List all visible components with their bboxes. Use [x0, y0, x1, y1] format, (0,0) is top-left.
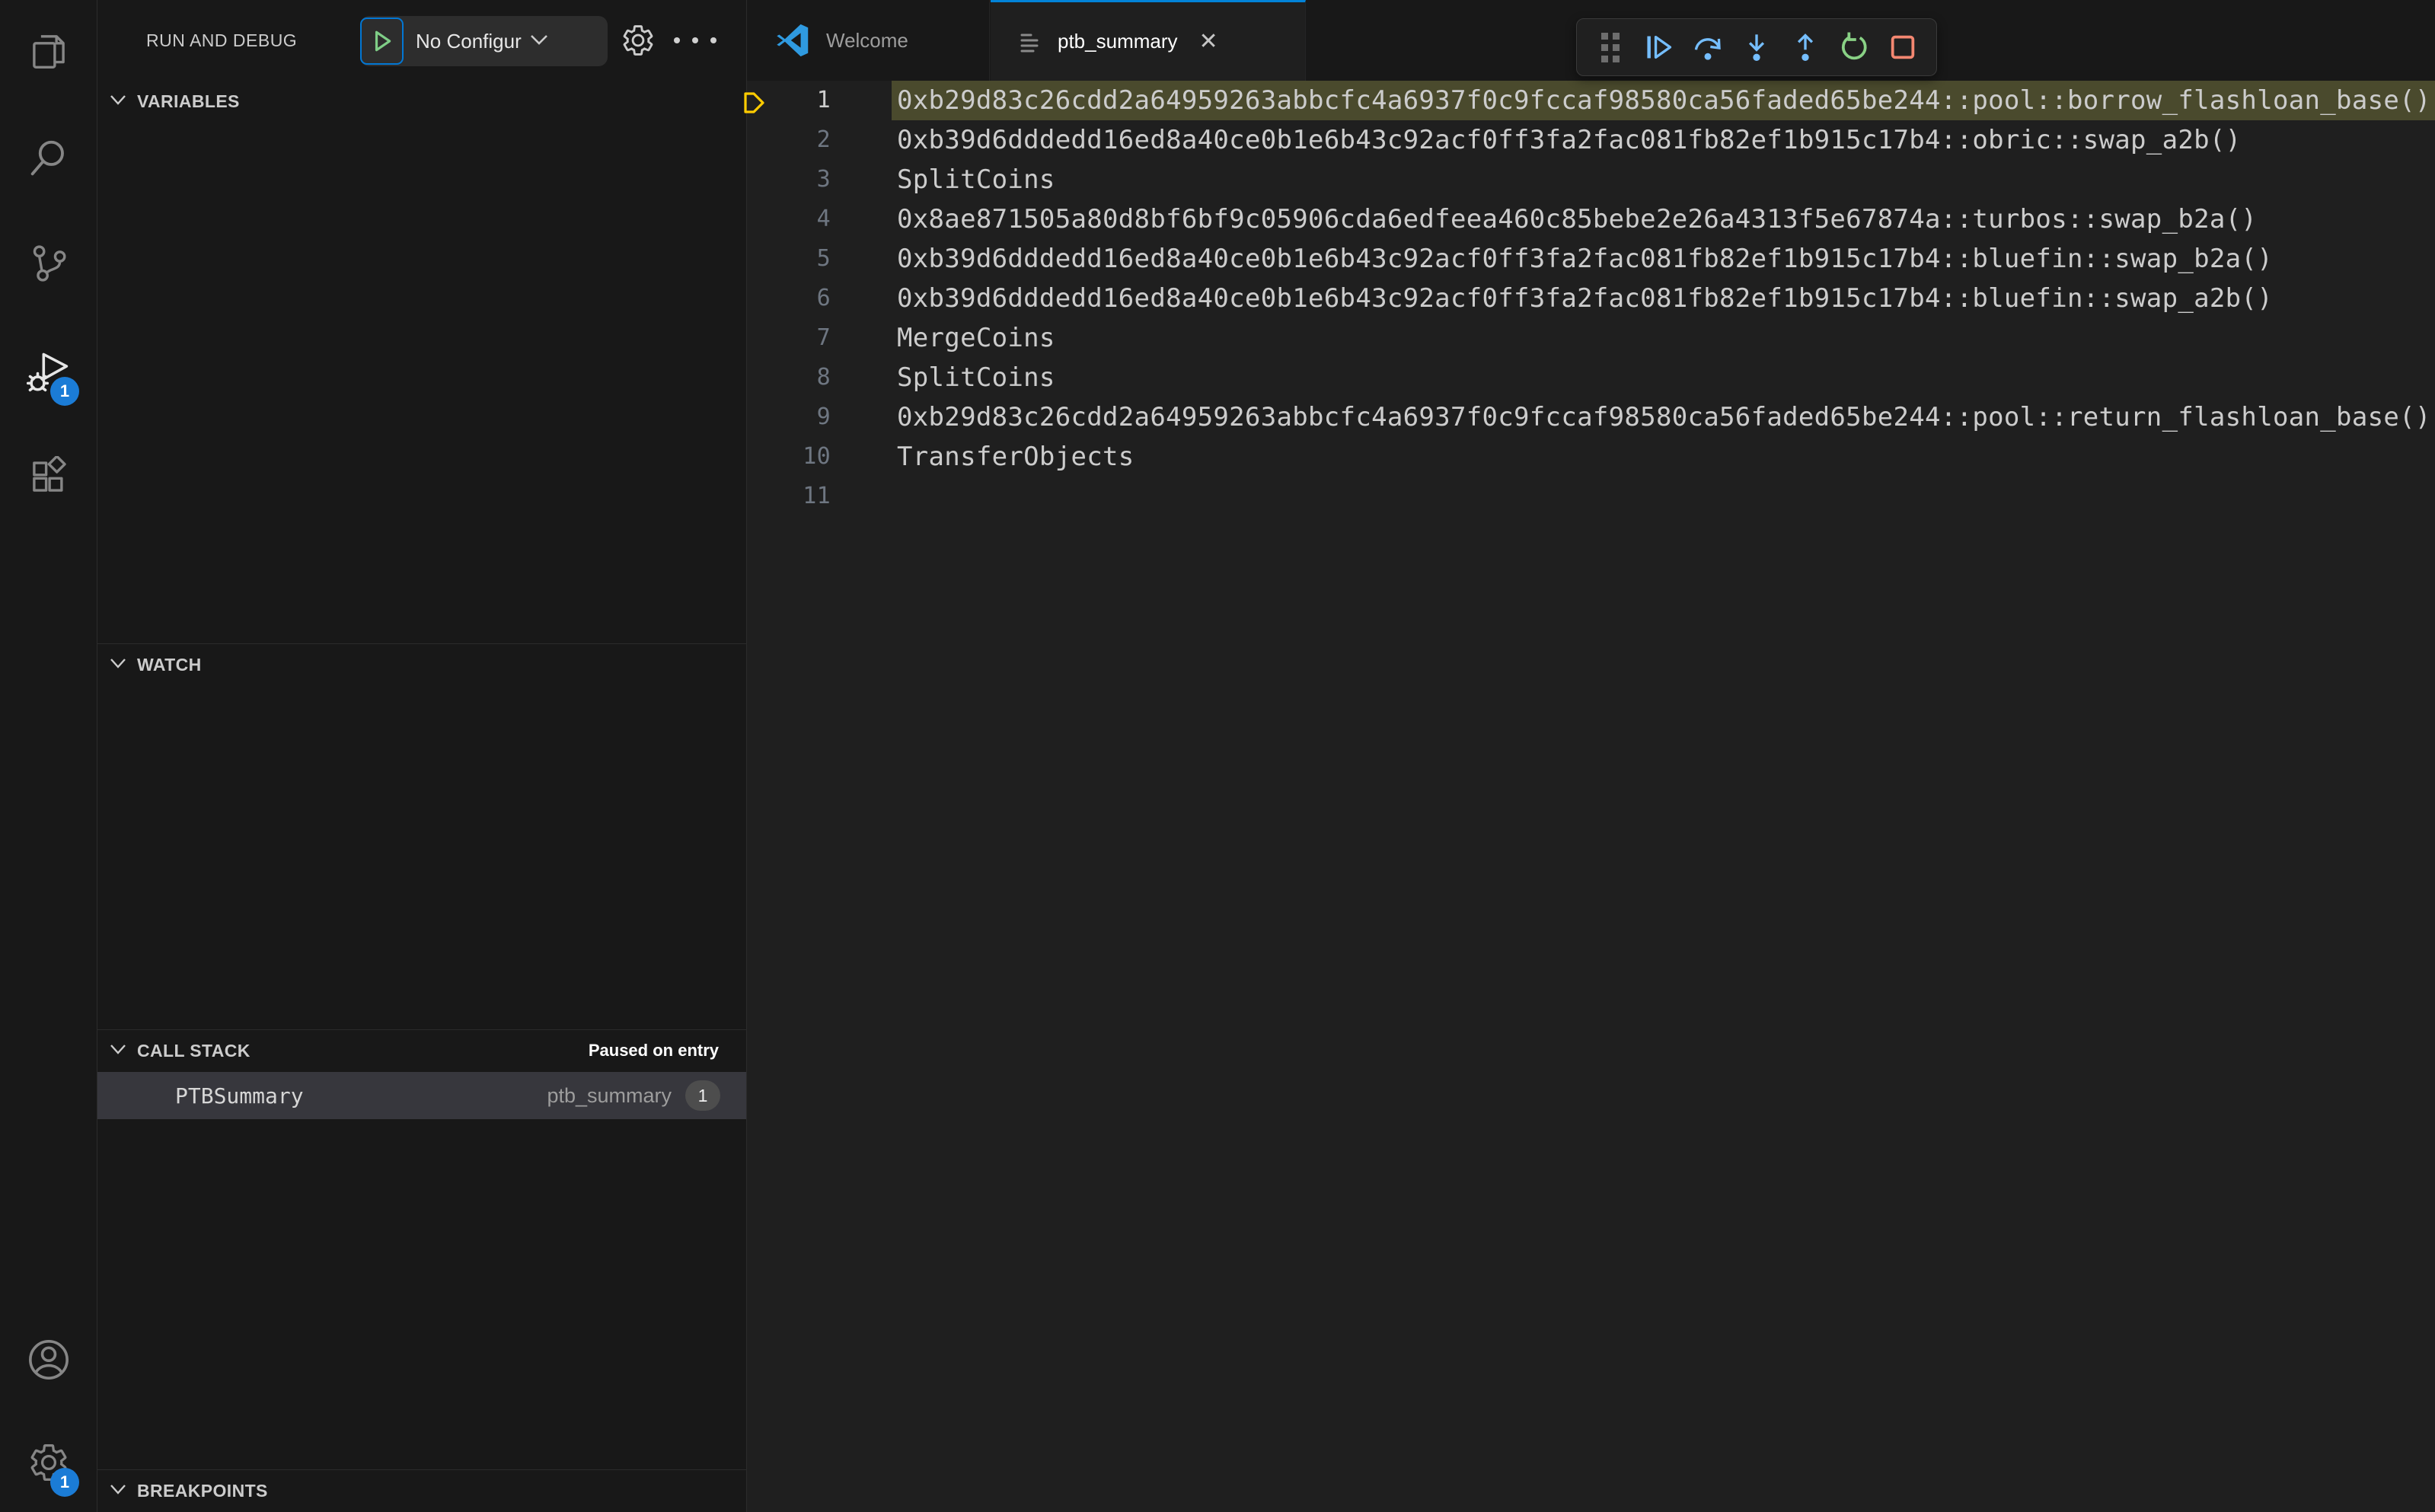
- code-line[interactable]: 7 MergeCoins: [747, 318, 2435, 358]
- run-and-debug-sidebar: RUN AND DEBUG No Configur VARIABLES WATC…: [97, 0, 747, 1512]
- more-actions-icon[interactable]: [672, 0, 718, 81]
- extensions-icon[interactable]: [0, 435, 97, 518]
- file-lines-icon: [1016, 29, 1042, 55]
- start-debugging-button[interactable]: [360, 18, 404, 65]
- code-text: 0xb39d6dddedd16ed8a40ce0b1e6b43c92acf0ff…: [897, 125, 2242, 155]
- vscode-window: 1 1 RUN AND DEBUG No Configur VARIABLES …: [0, 0, 2435, 1512]
- step-over-icon[interactable]: [1690, 29, 1726, 65]
- code-line[interactable]: 4 0x8ae871505a80d8bf6bf9c05906cda6edfeea…: [747, 199, 2435, 239]
- toolbar-drag-gripper[interactable]: [1592, 29, 1629, 65]
- code-text: 0xb29d83c26cdd2a64959263abbcfc4a6937f0c9…: [897, 85, 2431, 116]
- line-number: 11: [803, 483, 831, 509]
- run-and-debug-icon[interactable]: 1: [0, 331, 97, 415]
- debug-current-line-arrow-icon: [742, 88, 767, 127]
- search-icon[interactable]: [0, 116, 97, 199]
- line-number: 5: [816, 245, 831, 272]
- stop-icon[interactable]: [1884, 29, 1921, 65]
- code-text: SplitCoins: [897, 164, 1055, 195]
- call-stack-frame-row[interactable]: PTBSummary ptb_summary 1: [97, 1072, 746, 1119]
- close-tab-icon[interactable]: ✕: [1199, 30, 1218, 53]
- line-number: 10: [803, 443, 831, 470]
- tab-welcome[interactable]: Welcome: [747, 0, 990, 81]
- code-text: 0x8ae871505a80d8bf6bf9c05906cda6edfeea46…: [897, 204, 2258, 234]
- code-line[interactable]: 8 SplitCoins: [747, 358, 2435, 397]
- debug-toolbar: [1576, 18, 1937, 76]
- continue-icon[interactable]: [1641, 29, 1677, 65]
- code-text: 0xb29d83c26cdd2a64959263abbcfc4a6937f0c9…: [897, 402, 2431, 432]
- code-line[interactable]: 11: [747, 477, 2435, 516]
- code-text: SplitCoins: [897, 362, 1055, 393]
- sidebar-header: RUN AND DEBUG No Configur: [97, 0, 746, 81]
- code-line[interactable]: 2 0xb39d6dddedd16ed8a40ce0b1e6b43c92acf0…: [747, 120, 2435, 160]
- sidebar-title: RUN AND DEBUG: [146, 30, 298, 50]
- debug-configuration-select[interactable]: No Configur: [416, 30, 522, 53]
- code-line[interactable]: 1 0xb29d83c26cdd2a64959263abbcfc4a6937f0…: [744, 81, 2435, 120]
- source-control-icon[interactable]: [0, 222, 97, 305]
- line-number: 4: [816, 206, 831, 232]
- step-into-icon[interactable]: [1738, 29, 1775, 65]
- code-text: 0xb39d6dddedd16ed8a40ce0b1e6b43c92acf0ff…: [897, 244, 2273, 274]
- code-line[interactable]: 9 0xb29d83c26cdd2a64959263abbcfc4a6937f0…: [747, 397, 2435, 437]
- code-text: MergeCoins: [897, 323, 1055, 353]
- code-line[interactable]: 5 0xb39d6dddedd16ed8a40ce0b1e6b43c92acf0…: [747, 239, 2435, 279]
- activity-bar: 1 1: [0, 0, 97, 1512]
- accounts-icon[interactable]: [0, 1318, 97, 1402]
- chevron-down-icon: [107, 656, 129, 675]
- debug-settings-gear-icon[interactable]: [615, 0, 661, 81]
- line-number: 7: [816, 324, 831, 351]
- frame-name: PTBSummary: [175, 1083, 304, 1108]
- settings-gear-icon[interactable]: 1: [0, 1421, 97, 1504]
- tab-ptb-summary[interactable]: ptb_summary ✕: [991, 0, 1306, 81]
- variables-section-header[interactable]: VARIABLES: [97, 81, 746, 122]
- debug-badge: 1: [50, 377, 79, 406]
- code-text: 0xb39d6dddedd16ed8a40ce0b1e6b43c92acf0ff…: [897, 283, 2273, 314]
- line-number: 9: [816, 404, 831, 430]
- breakpoints-section-header[interactable]: BREAKPOINTS: [97, 1469, 746, 1511]
- line-number: 8: [816, 364, 831, 391]
- code-line[interactable]: 6 0xb39d6dddedd16ed8a40ce0b1e6b43c92acf0…: [747, 279, 2435, 318]
- vscode-logo-icon: [776, 24, 809, 57]
- debug-launch-control[interactable]: No Configur: [360, 16, 608, 66]
- frame-count-badge: 1: [685, 1080, 720, 1111]
- code-line[interactable]: 3 SplitCoins: [747, 160, 2435, 199]
- code-editor[interactable]: 1 0xb29d83c26cdd2a64959263abbcfc4a6937f0…: [744, 81, 2435, 516]
- paused-status-text: Paused on entry: [588, 1041, 719, 1060]
- chevron-down-icon: [107, 92, 129, 111]
- code-line[interactable]: 10 TransferObjects: [747, 437, 2435, 477]
- step-out-icon[interactable]: [1787, 29, 1824, 65]
- chevron-down-icon: [107, 1482, 129, 1501]
- chevron-down-icon: [529, 33, 549, 50]
- line-number: 6: [816, 285, 831, 311]
- editor-group: Welcome ptb_summary ✕ 1 0xb29d83c26cdd2a…: [744, 0, 2435, 1512]
- code-text: TransferObjects: [897, 442, 1135, 472]
- watch-section-header[interactable]: WATCH: [97, 643, 746, 685]
- chevron-down-icon: [107, 1041, 129, 1061]
- restart-icon[interactable]: [1836, 29, 1872, 65]
- settings-badge: 1: [50, 1468, 79, 1497]
- frame-source-file: ptb_summary: [547, 1083, 672, 1107]
- explorer-icon[interactable]: [0, 10, 97, 94]
- call-stack-section-header[interactable]: CALL STACK Paused on entry: [97, 1029, 746, 1071]
- line-number: 3: [816, 166, 831, 193]
